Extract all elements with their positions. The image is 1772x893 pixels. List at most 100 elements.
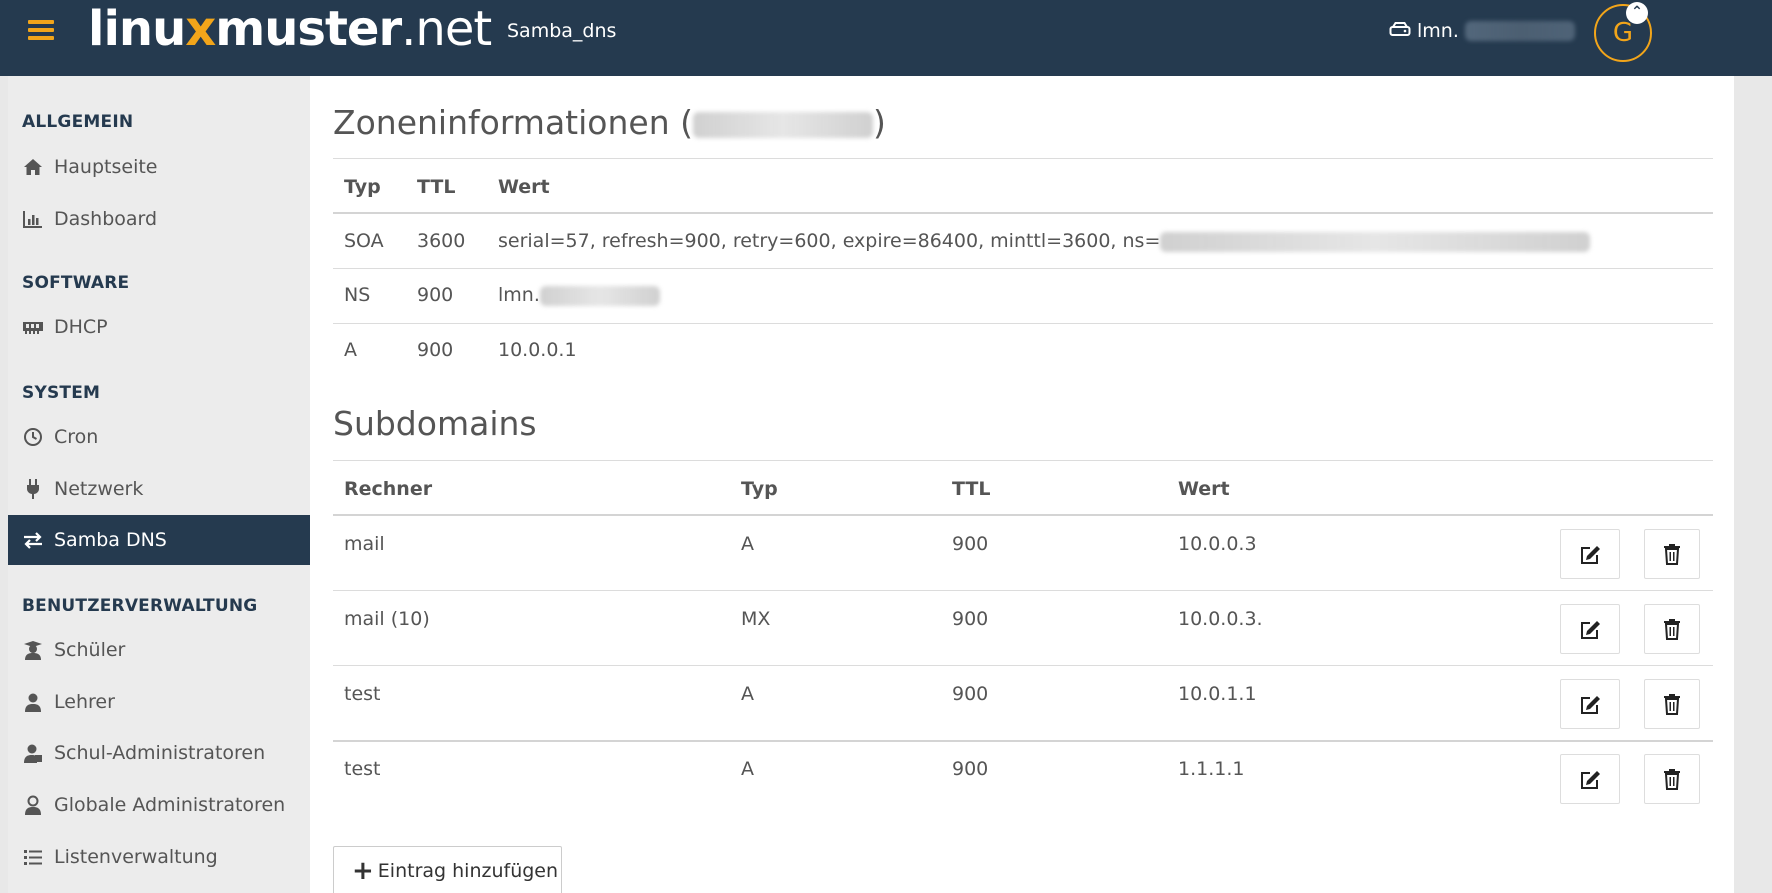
hamburger-icon-bar (28, 20, 54, 24)
sub-row-typ: MX (741, 608, 771, 630)
trash-icon (1664, 619, 1680, 640)
sidebar-item-schul-administratoren[interactable]: Schul-Administratoren (8, 728, 310, 778)
sidebar-item-listenverwaltung[interactable]: Listenverwaltung (8, 832, 310, 882)
zone-row-ttl: 900 (417, 339, 454, 361)
chevron-up-icon[interactable]: ⌃ (1626, 2, 1648, 24)
edit-button[interactable] (1560, 529, 1620, 579)
sub-row-rechner: mail (344, 533, 385, 555)
plus-icon: + (352, 856, 374, 886)
sub-row-ttl: 900 (952, 608, 989, 630)
logo-text-left: linu (88, 1, 186, 57)
sidebar-item-dhcp[interactable]: DHCP (8, 302, 310, 352)
sidebar-item-lehrer[interactable]: Lehrer (8, 677, 310, 727)
zone-soa-value: serial=57, refresh=900, retry=600, expir… (498, 230, 1161, 252)
table-header-divider (333, 212, 1713, 214)
zone-row-ttl: 3600 (417, 230, 466, 252)
redacted-ns-value (1160, 231, 1591, 252)
top-navbar: linuxmuster.net Samba_dns lmn. G ⌃ (0, 0, 1772, 76)
add-entry-label: Eintrag hinzufügen (377, 860, 559, 882)
sidebar: ALLGEMEIN Hauptseite Dashboard SOFTWARE … (8, 76, 310, 893)
sub-row-typ: A (741, 683, 754, 705)
zone-title-prefix: Zoneninformationen ( (333, 103, 693, 142)
sidebar-item-dashboard[interactable]: Dashboard (8, 194, 310, 244)
sidebar-item-label: DHCP (54, 316, 108, 338)
sidebar-item-label: Lehrer (54, 691, 115, 713)
sub-row-wert: 1.1.1.1 (1178, 758, 1245, 780)
menu-toggle-button[interactable] (28, 18, 54, 42)
zone-row-typ: NS (344, 284, 371, 306)
sidebar-item-label: Cron (54, 426, 99, 448)
redacted-hostname (1464, 21, 1575, 41)
network-card-icon (22, 316, 44, 338)
zone-row-wert: serial=57, refresh=900, retry=600, expir… (498, 230, 1591, 252)
row-divider (333, 268, 1713, 269)
zone-col-typ: Typ (344, 176, 381, 198)
zone-ns-value: lmn. (498, 284, 540, 306)
sidebar-section-allgemein: ALLGEMEIN (22, 112, 134, 132)
sub-col-rechner: Rechner (344, 478, 433, 500)
home-icon (22, 156, 44, 178)
sub-row-wert: 10.0.0.3. (1178, 608, 1263, 630)
app-logo[interactable]: linuxmuster.net (88, 1, 492, 60)
sidebar-section-software: SOFTWARE (22, 273, 130, 293)
plug-icon (22, 478, 44, 500)
edit-icon (1581, 696, 1600, 714)
teacher-icon (22, 691, 44, 713)
trash-icon (1664, 544, 1680, 565)
server-host-link[interactable]: lmn. (1389, 20, 1575, 42)
sub-row-typ: A (741, 533, 754, 555)
hamburger-icon-bar (28, 28, 54, 32)
sub-row-rechner: test (344, 758, 381, 780)
sub-row-typ: A (741, 758, 754, 780)
logo-text-net: .net (401, 1, 492, 57)
logo-text-mid: muster (215, 1, 402, 57)
row-divider (333, 323, 1713, 324)
sidebar-item-hauptseite[interactable]: Hauptseite (8, 142, 310, 192)
zone-row-wert: lmn. (498, 284, 660, 306)
zone-info-title: Zoneninformationen () (333, 103, 886, 142)
delete-button[interactable] (1644, 754, 1700, 804)
main-content: Zoneninformationen () Typ TTL Wert SOA 3… (310, 76, 1734, 893)
sidebar-item-label: Listenverwaltung (54, 846, 218, 868)
sidebar-item-samba-dns[interactable]: Samba DNS (8, 515, 310, 565)
sidebar-item-globale-administratoren[interactable]: Globale Administratoren (8, 780, 310, 830)
edit-icon (1581, 771, 1600, 789)
edit-button[interactable] (1560, 604, 1620, 654)
sub-row-ttl: 900 (952, 683, 989, 705)
row-divider (333, 590, 1713, 591)
sidebar-section-benutzerverwaltung: BENUTZERVERWALTUNG (22, 596, 258, 616)
delete-button[interactable] (1644, 529, 1700, 579)
redacted-ns-host (539, 285, 660, 306)
sidebar-section-system: SYSTEM (22, 383, 101, 403)
delete-button[interactable] (1644, 679, 1700, 729)
sidebar-item-cron[interactable]: Cron (8, 412, 310, 462)
zone-row-typ: A (344, 339, 357, 361)
student-icon (22, 639, 44, 661)
edit-icon (1581, 546, 1600, 564)
sub-col-ttl: TTL (952, 478, 991, 500)
zone-row-typ: SOA (344, 230, 384, 252)
host-label: lmn. (1417, 20, 1459, 42)
edit-icon (1581, 621, 1600, 639)
global-admin-icon (22, 794, 44, 816)
clock-icon (22, 426, 44, 448)
row-divider (333, 740, 1713, 742)
sidebar-item-label: Schüler (54, 639, 126, 661)
school-admin-icon (22, 742, 44, 764)
sub-col-wert: Wert (1178, 478, 1230, 500)
sidebar-item-schueler[interactable]: Schüler (8, 625, 310, 675)
sub-row-ttl: 900 (952, 533, 989, 555)
zone-row-wert: 10.0.0.1 (498, 339, 577, 361)
sub-row-wert: 10.0.1.1 (1178, 683, 1257, 705)
sidebar-item-label: Schul-Administratoren (54, 742, 266, 764)
sidebar-item-label: Globale Administratoren (54, 794, 286, 816)
divider (333, 460, 1713, 461)
edit-button[interactable] (1560, 679, 1620, 729)
trash-icon (1664, 769, 1680, 790)
sidebar-item-netzwerk[interactable]: Netzwerk (8, 464, 310, 514)
exchange-arrows-icon (22, 529, 44, 551)
delete-button[interactable] (1644, 604, 1700, 654)
hamburger-icon-bar (28, 36, 54, 40)
add-entry-button[interactable]: + Eintrag hinzufügen (333, 846, 562, 893)
edit-button[interactable] (1560, 754, 1620, 804)
